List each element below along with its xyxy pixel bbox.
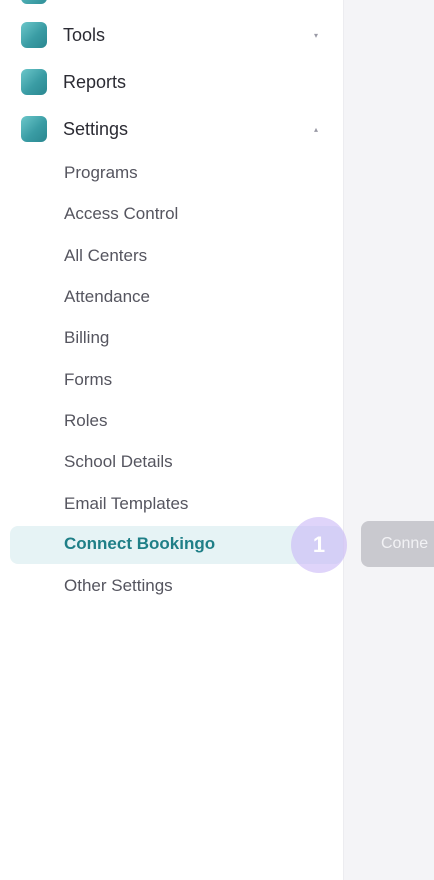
settings-item-roles[interactable]: Roles (0, 403, 343, 441)
settings-item-school-details[interactable]: School Details (0, 444, 343, 482)
module-icon (21, 0, 47, 4)
settings-item-label: Access Control (64, 204, 179, 223)
nav-label: Tools (63, 24, 106, 45)
settings-item-label: Connect Bookingo (64, 534, 216, 553)
nav-item-settings[interactable]: Settings ▴ (0, 109, 343, 149)
settings-item-forms[interactable]: Forms (0, 362, 343, 400)
nav-label: Settings (63, 118, 129, 139)
settings-item-label: Billing (64, 328, 110, 347)
settings-item-access-control[interactable]: Access Control (0, 196, 343, 234)
settings-item-label: Other Settings (64, 576, 173, 595)
sidebar: Tools ▾ Reports Settings ▴ Programs Acce… (0, 0, 344, 880)
step-number: 1 (312, 532, 326, 557)
chevron-up-icon: ▴ (314, 124, 319, 134)
nav-item-tools[interactable]: Tools ▾ (0, 15, 343, 55)
main-content (344, 0, 434, 880)
chevron-down-icon: ▾ (314, 30, 319, 40)
settings-item-label: Forms (64, 370, 113, 389)
nav-label: Reports (63, 71, 127, 92)
settings-item-label: Attendance (64, 287, 151, 306)
settings-item-label: All Centers (64, 246, 148, 265)
connect-button[interactable]: Conne (361, 521, 434, 567)
reports-icon (21, 69, 47, 95)
tools-icon (21, 22, 47, 48)
settings-item-billing[interactable]: Billing (0, 320, 343, 358)
settings-icon (21, 116, 47, 142)
settings-item-programs[interactable]: Programs (0, 155, 343, 193)
settings-item-label: Email Templates (64, 494, 189, 513)
settings-item-other-settings[interactable]: Other Settings (0, 568, 343, 606)
nav-item-reports[interactable]: Reports (0, 62, 343, 102)
settings-item-label: Roles (64, 411, 108, 430)
settings-item-attendance[interactable]: Attendance (0, 279, 343, 317)
step-badge: 1 (291, 517, 347, 573)
settings-item-all-centers[interactable]: All Centers (0, 238, 343, 276)
settings-item-email-templates[interactable]: Email Templates (0, 486, 343, 524)
settings-item-label: Programs (64, 163, 138, 182)
settings-item-label: School Details (64, 452, 173, 471)
